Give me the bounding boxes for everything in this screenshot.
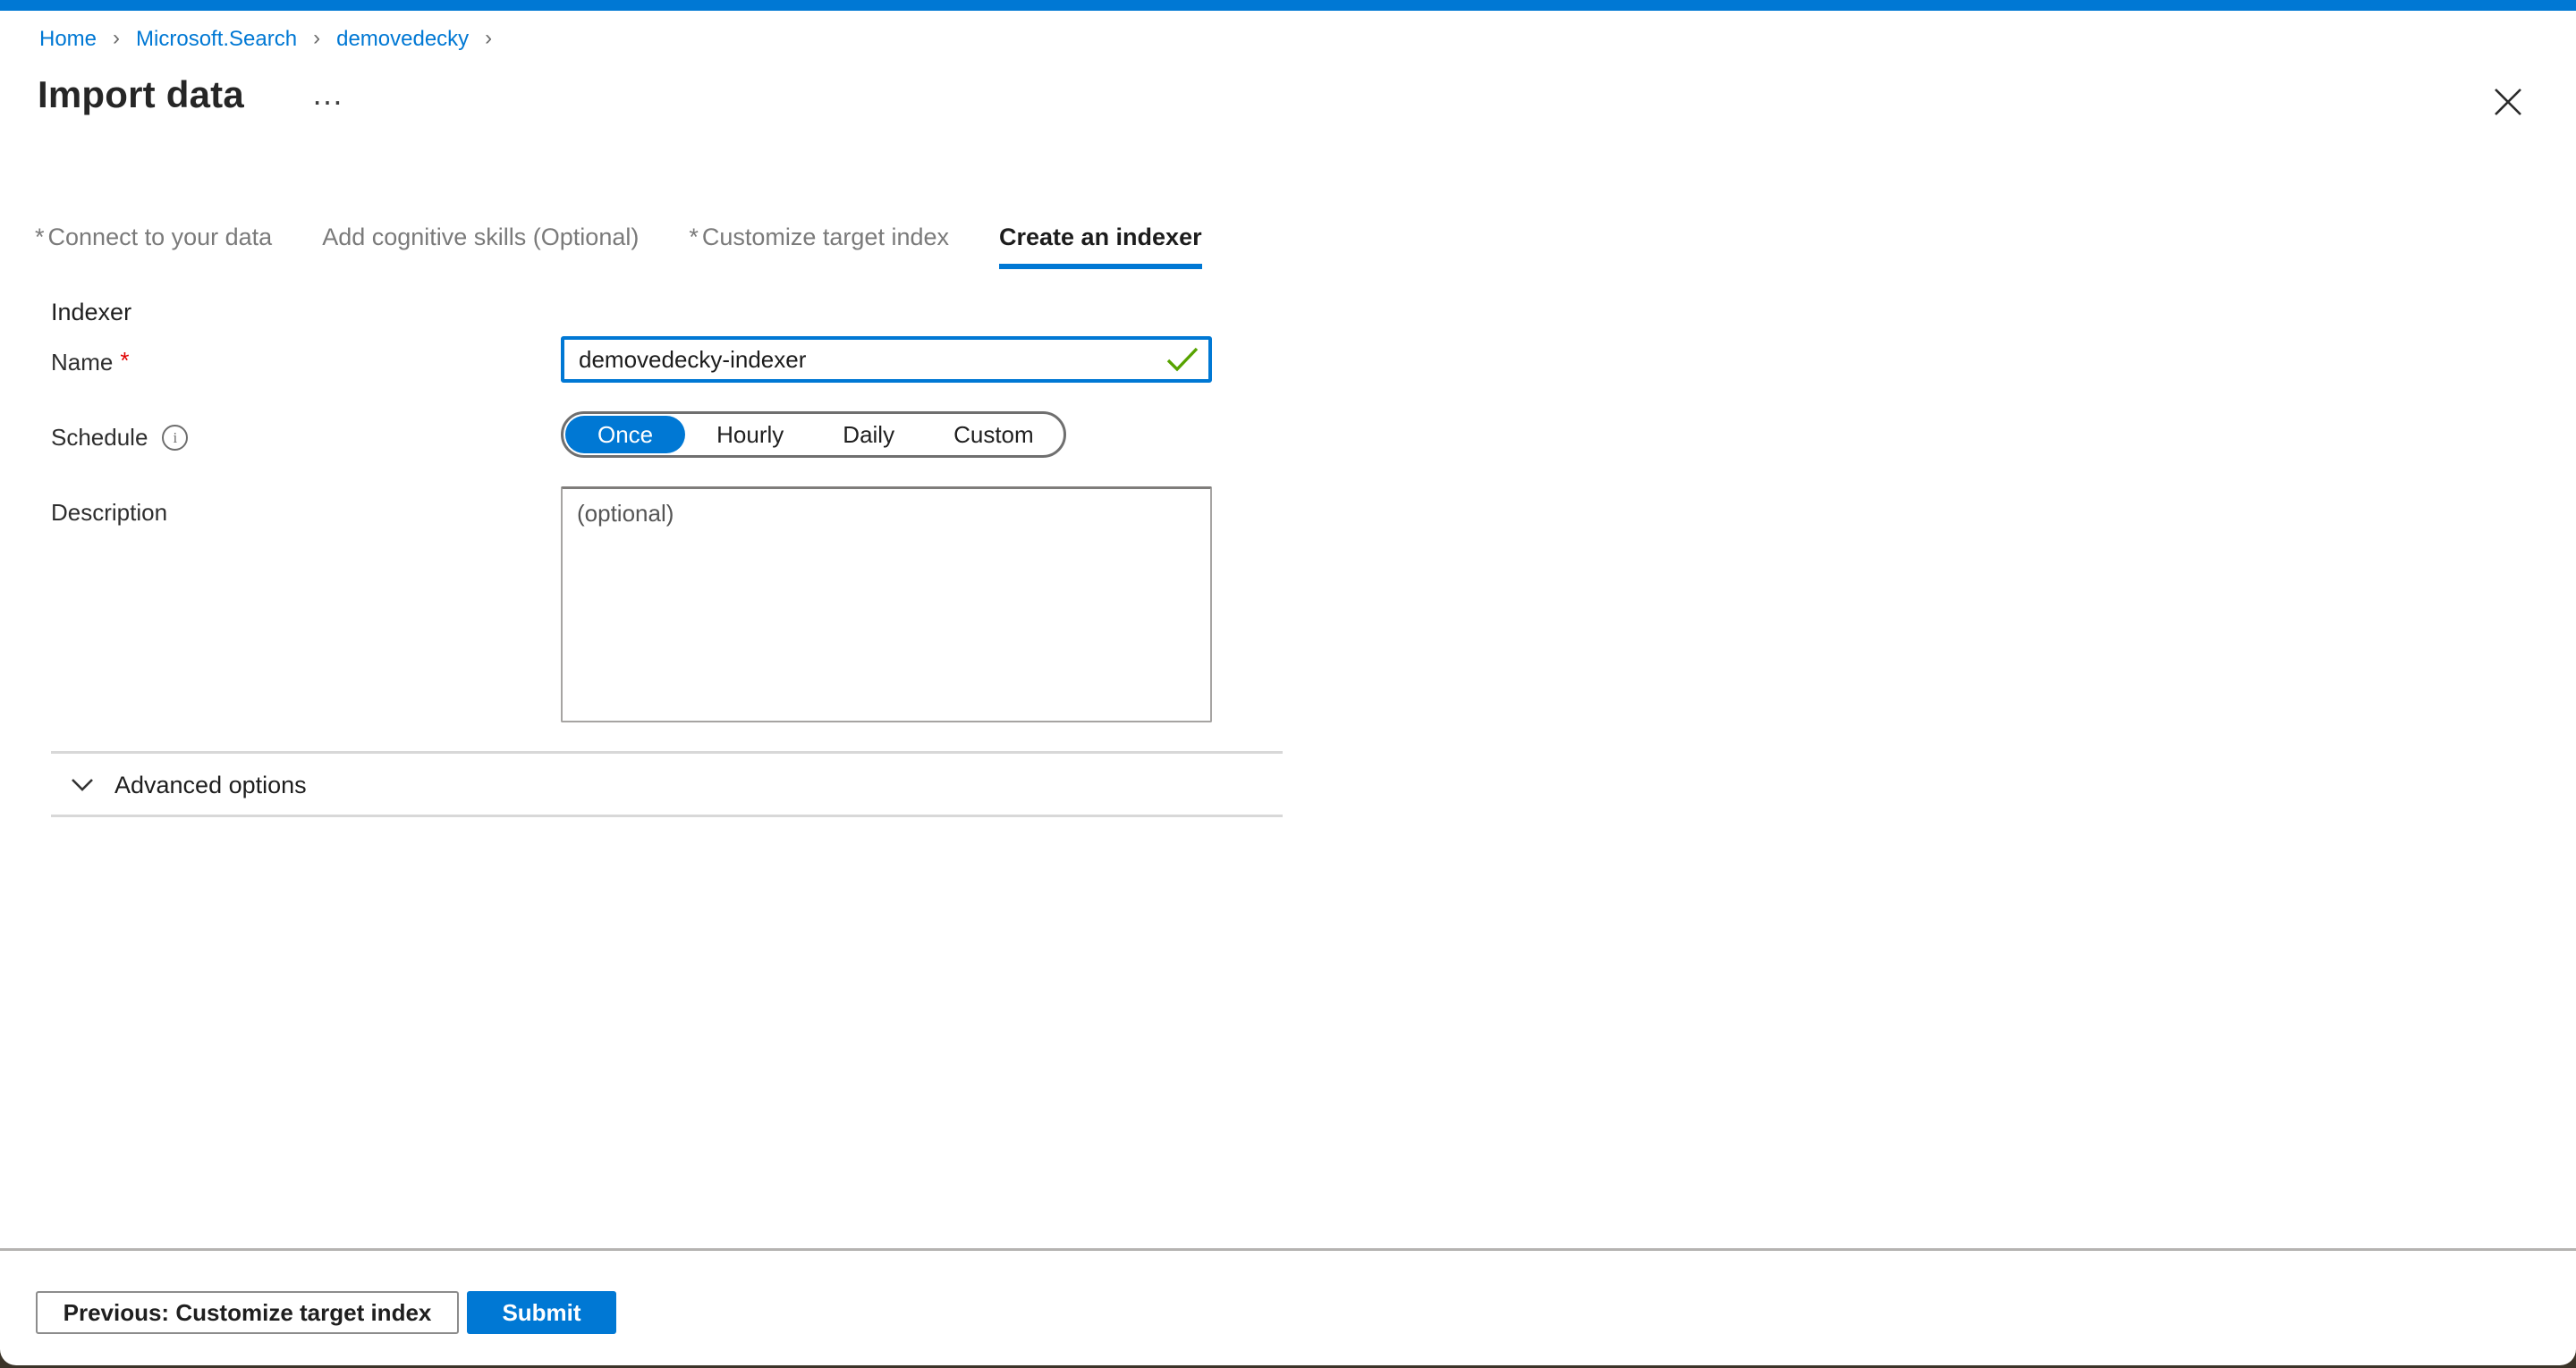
advanced-options-label: Advanced options [114,772,307,799]
name-field [561,336,1212,383]
page-title: Import data [38,73,244,116]
breadcrumb-separator-icon: › [113,26,120,51]
valid-check-icon [1165,346,1199,373]
tab-label: Create an indexer [999,224,1202,250]
description-textarea[interactable] [561,486,1212,722]
wizard-tabs: *Connect to your data Add cognitive skil… [35,224,1202,269]
ellipsis-icon: … [311,75,345,112]
name-label: Name * [51,349,129,376]
description-label-text: Description [51,499,167,527]
schedule-label: Schedule i [51,424,188,452]
divider [51,815,1283,817]
tab-label: Connect to your data [48,224,273,250]
tab-add-cognitive-skills[interactable]: Add cognitive skills (Optional) [322,224,639,269]
tab-customize-target-index[interactable]: *Customize target index [689,224,949,269]
tab-connect-to-your-data[interactable]: *Connect to your data [35,224,272,269]
chevron-down-icon [70,777,95,793]
breadcrumb-link-microsoft-search[interactable]: Microsoft.Search [136,27,297,52]
name-label-text: Name [51,349,113,376]
tab-required-marker: * [689,224,699,250]
advanced-options-toggle[interactable]: Advanced options [70,765,307,805]
close-button[interactable] [2487,80,2529,123]
info-icon[interactable]: i [162,425,188,451]
tab-label: Add cognitive skills (Optional) [322,224,639,250]
schedule-option-hourly[interactable]: Hourly [687,414,813,455]
previous-step-button[interactable]: Previous: Customize target index [36,1291,459,1334]
schedule-label-text: Schedule [51,424,148,452]
divider [51,751,1283,754]
breadcrumb-separator-icon: › [313,26,320,51]
description-label: Description [51,499,167,527]
name-input[interactable] [561,336,1212,383]
required-marker: * [120,347,129,375]
more-options-button[interactable]: … [311,75,345,113]
section-title-indexer: Indexer [51,299,131,326]
breadcrumb: Home › Microsoft.Search › demovedecky › [39,27,492,52]
submit-button[interactable]: Submit [467,1291,616,1334]
top-accent-bar [0,0,2576,11]
breadcrumb-link-demovedecky[interactable]: demovedecky [336,27,469,52]
footer-divider [0,1248,2576,1251]
schedule-option-once[interactable]: Once [565,416,685,453]
tab-label: Customize target index [702,224,949,250]
schedule-option-custom[interactable]: Custom [924,414,1063,455]
schedule-segmented-control: Once Hourly Daily Custom [561,411,1066,458]
import-data-panel: Home › Microsoft.Search › demovedecky › … [0,0,2576,1365]
breadcrumb-separator-icon: › [485,26,492,51]
schedule-option-daily[interactable]: Daily [813,414,924,455]
tab-create-an-indexer[interactable]: Create an indexer [999,224,1202,269]
tab-required-marker: * [35,224,45,250]
breadcrumb-link-home[interactable]: Home [39,27,97,52]
close-icon [2491,85,2525,119]
